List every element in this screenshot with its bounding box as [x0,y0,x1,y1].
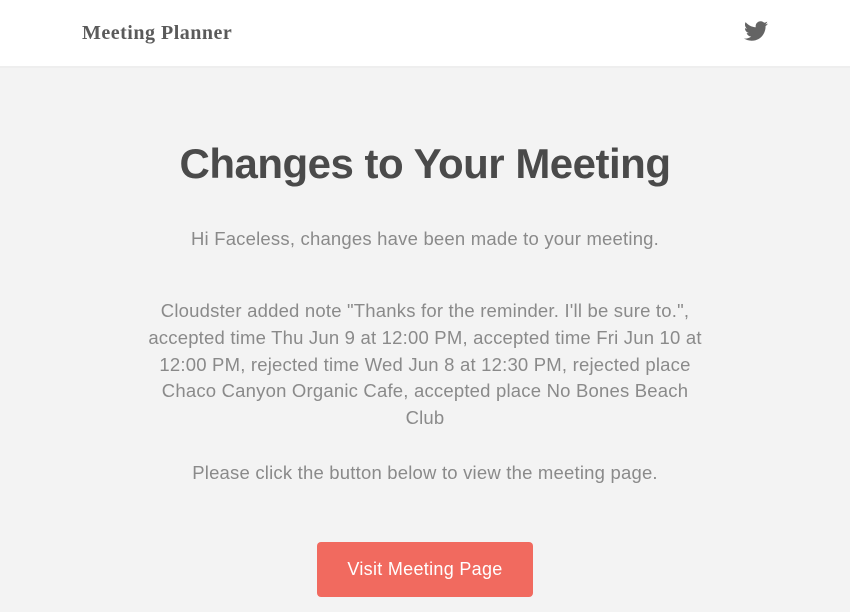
page-title: Changes to Your Meeting [125,140,725,188]
logo[interactable]: Meeting Planner [82,22,232,45]
changes-text: Cloudster added note "Thanks for the rem… [140,298,710,432]
twitter-link[interactable] [744,19,768,48]
twitter-icon [744,19,768,48]
greeting-text: Hi Faceless, changes have been made to y… [125,228,725,250]
instruction-text: Please click the button below to view th… [125,462,725,484]
visit-meeting-button[interactable]: Visit Meeting Page [317,542,532,597]
content-inner: Changes to Your Meeting Hi Faceless, cha… [125,140,725,597]
content-area: Changes to Your Meeting Hi Faceless, cha… [0,68,850,612]
header: Meeting Planner [0,0,850,68]
